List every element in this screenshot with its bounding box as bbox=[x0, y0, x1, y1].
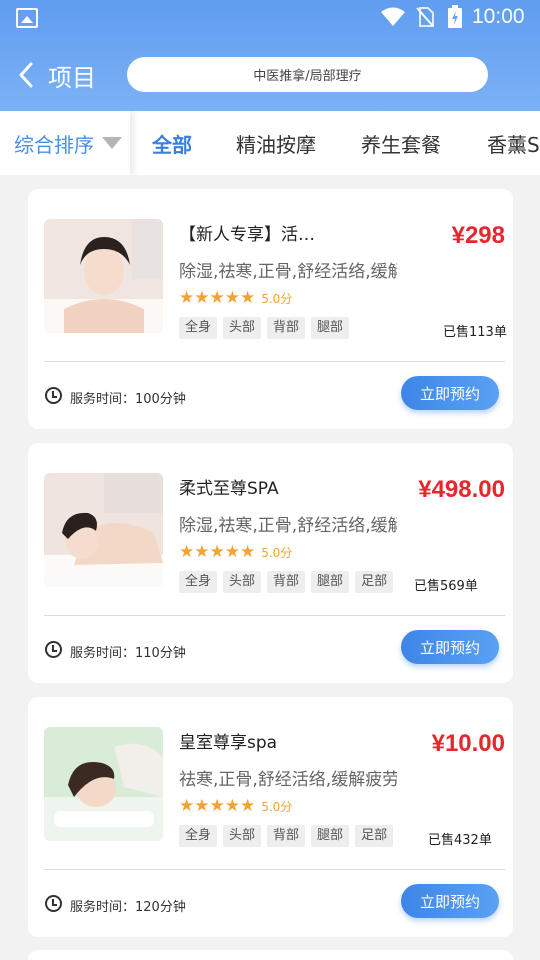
sold-count: 已售569单 bbox=[414, 579, 478, 594]
service-card[interactable]: 【新人专享】活… 除湿,祛寒,正骨,舒经活络,缓解疲劳 ★★★★★ 5.0分 全… bbox=[28, 189, 513, 429]
tag: 足部 bbox=[355, 825, 394, 847]
chevron-left-icon bbox=[18, 60, 44, 90]
service-title: 【新人专享】活… bbox=[179, 225, 315, 245]
book-now-button[interactable]: 立即预约 bbox=[401, 630, 499, 664]
star-rating-icon: ★★★★★ bbox=[179, 796, 256, 816]
service-card-partial[interactable] bbox=[28, 950, 513, 960]
body-part-tags: 全身 头部 背部 腿部 bbox=[179, 317, 397, 339]
service-card[interactable]: 皇室尊享spa 祛寒,正骨,舒经活络,缓解疲劳 ★★★★★ 5.0分 全身 头部… bbox=[28, 697, 513, 937]
divider bbox=[44, 869, 505, 870]
service-card[interactable]: 柔式至尊SPA 除湿,祛寒,正骨,舒经活络,缓解疲劳 ★★★★★ 5.0分 全身… bbox=[28, 443, 513, 683]
tag: 背部 bbox=[267, 571, 306, 593]
service-description: 除湿,祛寒,正骨,舒经活络,缓解疲劳 bbox=[179, 262, 397, 282]
rating: ★★★★★ 5.0分 bbox=[179, 288, 292, 308]
tab-all[interactable]: 全部 bbox=[152, 111, 192, 175]
tag: 头部 bbox=[223, 825, 262, 847]
back-button[interactable]: 项目 bbox=[18, 58, 96, 92]
clock-time: 10:00 bbox=[472, 5, 525, 28]
page-title: 项目 bbox=[48, 63, 96, 92]
tab-wellness-package[interactable]: 养生套餐 bbox=[361, 111, 441, 175]
service-title: 柔式至尊SPA bbox=[179, 479, 279, 499]
book-now-button[interactable]: 立即预约 bbox=[401, 884, 499, 918]
wifi-icon bbox=[381, 7, 405, 26]
body-part-tags: 全身 头部 背部 腿部 足部 bbox=[179, 571, 397, 593]
price: ¥10.00 bbox=[431, 730, 505, 757]
sold-count: 已售432单 bbox=[428, 833, 492, 848]
sort-dropdown[interactable]: 综合排序 bbox=[0, 111, 130, 175]
tab-essential-oil-massage[interactable]: 精油按摩 bbox=[236, 111, 316, 175]
price: ¥298 bbox=[451, 222, 505, 249]
sort-label: 综合排序 bbox=[14, 132, 94, 157]
battery-icon bbox=[448, 5, 462, 28]
service-description: 祛寒,正骨,舒经活络,缓解疲劳 bbox=[179, 770, 397, 790]
tag: 头部 bbox=[223, 317, 262, 339]
triangle-down-icon bbox=[102, 137, 122, 149]
service-time: 服务时间：120分钟 bbox=[70, 900, 186, 915]
tag: 全身 bbox=[179, 571, 218, 593]
tag: 背部 bbox=[267, 317, 306, 339]
book-now-button[interactable]: 立即预约 bbox=[401, 376, 499, 410]
star-rating-icon: ★★★★★ bbox=[179, 288, 256, 308]
category-tabs: 综合排序 全部 精油按摩 养生套餐 香薰SPA bbox=[0, 111, 540, 175]
service-photo bbox=[44, 473, 163, 587]
tag: 背部 bbox=[267, 825, 306, 847]
tag: 腿部 bbox=[311, 825, 350, 847]
divider bbox=[44, 361, 505, 362]
tag: 腿部 bbox=[311, 571, 350, 593]
app-header: 10:00 项目 中医推拿/局部理疗 bbox=[0, 0, 540, 111]
clock-icon bbox=[45, 641, 62, 658]
tag: 头部 bbox=[223, 571, 262, 593]
star-rating-icon: ★★★★★ bbox=[179, 542, 256, 562]
clock-icon bbox=[45, 387, 62, 404]
rating: ★★★★★ 5.0分 bbox=[179, 542, 292, 562]
tag: 足部 bbox=[355, 571, 394, 593]
body-part-tags: 全身 头部 背部 腿部 足部 bbox=[179, 825, 397, 847]
service-time: 服务时间：110分钟 bbox=[70, 646, 186, 661]
status-bar: 10:00 bbox=[0, 0, 540, 36]
rating-score: 5.0分 bbox=[261, 545, 293, 560]
clock-icon bbox=[45, 895, 62, 912]
no-sim-icon bbox=[416, 7, 434, 27]
rating-score: 5.0分 bbox=[261, 291, 293, 306]
tag: 全身 bbox=[179, 825, 218, 847]
service-title: 皇室尊享spa bbox=[179, 733, 278, 753]
search-input[interactable]: 中医推拿/局部理疗 bbox=[127, 57, 488, 92]
sold-count: 已售113单 bbox=[443, 325, 507, 340]
tab-aroma-spa[interactable]: 香薰SPA bbox=[487, 111, 540, 175]
search-placeholder: 中医推拿/局部理疗 bbox=[253, 69, 362, 84]
service-description: 除湿,祛寒,正骨,舒经活络,缓解疲劳 bbox=[179, 516, 397, 536]
price: ¥498.00 bbox=[418, 476, 505, 503]
tag: 全身 bbox=[179, 317, 218, 339]
divider bbox=[44, 615, 505, 616]
rating: ★★★★★ 5.0分 bbox=[179, 796, 292, 816]
tag: 腿部 bbox=[311, 317, 350, 339]
service-time: 服务时间：100分钟 bbox=[70, 392, 186, 407]
service-photo bbox=[44, 727, 163, 841]
rating-score: 5.0分 bbox=[261, 799, 293, 814]
image-notification-icon bbox=[16, 8, 38, 28]
service-photo bbox=[44, 219, 163, 333]
